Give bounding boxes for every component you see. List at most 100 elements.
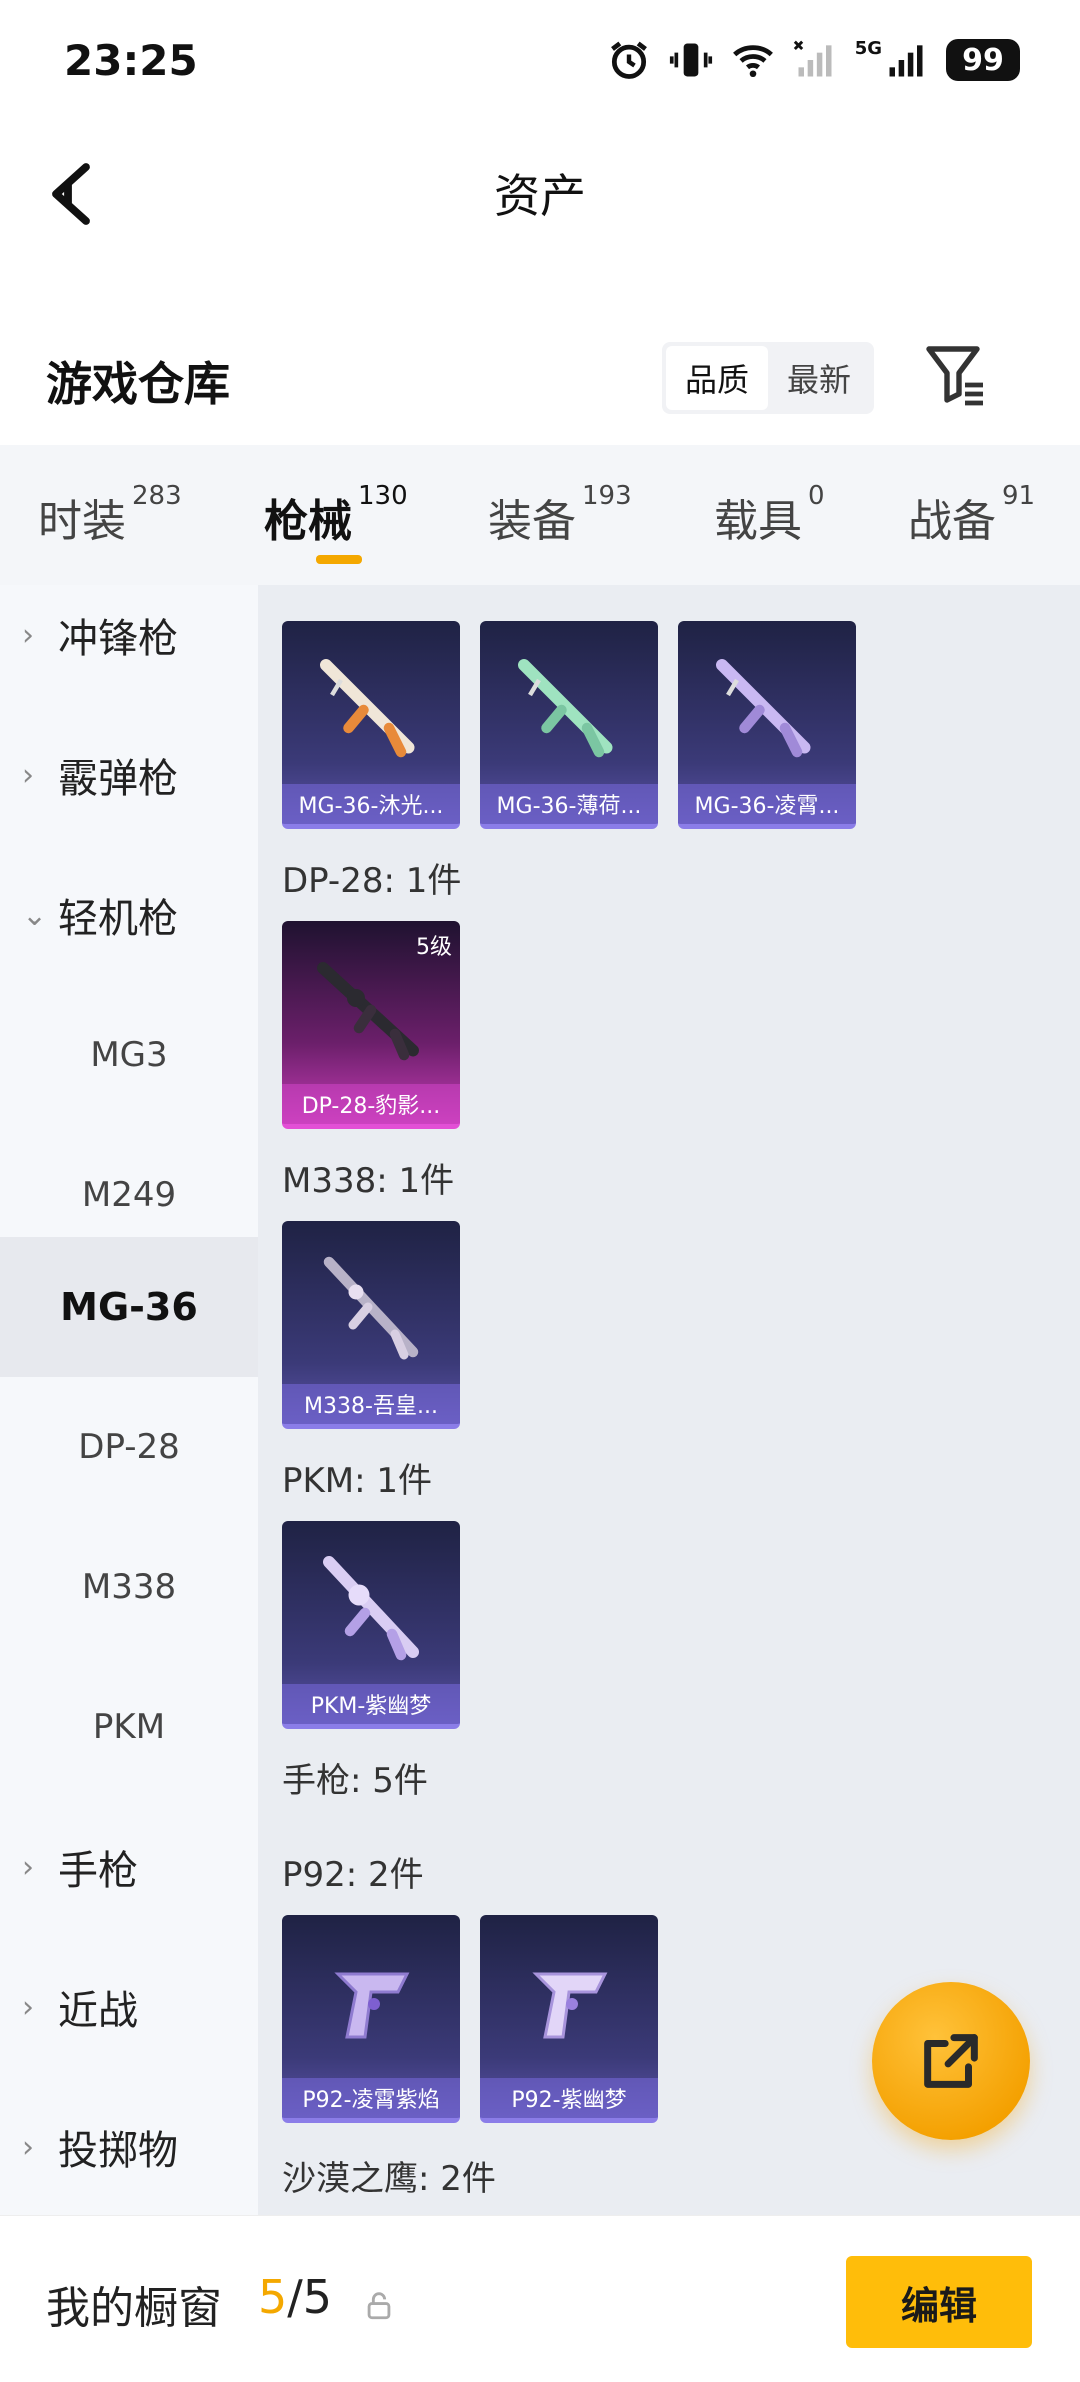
tab-label: 枪械 xyxy=(264,496,352,547)
chevron-right-icon: › xyxy=(22,617,34,653)
network-type: 5G xyxy=(854,37,882,59)
chevron-right-icon: › xyxy=(22,1989,34,2025)
tab-count: 283 xyxy=(132,481,182,511)
filter-icon[interactable] xyxy=(920,340,992,412)
subnav-label: 近战 xyxy=(58,1988,138,2034)
sort-by-quality[interactable]: 品质 xyxy=(666,346,768,410)
subnav-mg3[interactable]: MG3 xyxy=(0,985,258,1125)
status-icons: 5G 99 xyxy=(607,38,1020,82)
lock-icon xyxy=(367,2292,391,2320)
category-tabs: 时装 283 枪械 130 装备 193 载具 0 战备 91 xyxy=(0,445,1080,585)
chevron-down-icon: ⌄ xyxy=(22,897,48,933)
showcase-slash: / xyxy=(287,2270,303,2324)
item-label: P92-紫幽梦 xyxy=(480,2078,658,2118)
rifle-icon xyxy=(716,659,811,758)
item-label: DP-28-豹影... xyxy=(282,1084,460,1124)
item-label: M338-吾皇... xyxy=(282,1384,460,1424)
subnav-melee[interactable]: › 近战 xyxy=(0,1937,258,2077)
tab-vehicles[interactable]: 载具 0 xyxy=(714,481,825,549)
rifle-icon xyxy=(323,1256,419,1360)
chevron-right-icon: › xyxy=(22,2129,34,2165)
group-title-p92: P92: 2件 xyxy=(282,1855,424,1895)
showcase-max: 5 xyxy=(302,2270,333,2324)
item-card[interactable]: P92-凌霄紫焰 xyxy=(282,1915,460,2123)
tab-count: 193 xyxy=(582,481,632,511)
tab-firearms[interactable]: 枪械 130 xyxy=(264,481,408,549)
tab-supplies[interactable]: 战备 91 xyxy=(908,481,1035,549)
item-card[interactable]: MG-36-薄荷... xyxy=(480,621,658,829)
bottom-bar: 我的橱窗 5/5 编辑 xyxy=(0,2215,1080,2382)
tab-count: 0 xyxy=(808,481,825,511)
battery-icon: 99 xyxy=(946,39,1020,81)
showcase-used: 5 xyxy=(258,2270,288,2324)
subnav-smg[interactable]: › 冲锋枪 xyxy=(0,585,258,705)
tab-label: 装备 xyxy=(488,496,576,547)
vibrate-icon xyxy=(669,43,712,77)
edit-button[interactable]: 编辑 xyxy=(846,2256,1032,2348)
item-label: PKM-紫幽梦 xyxy=(282,1684,460,1724)
pistol-icon xyxy=(334,1972,410,2039)
share-external-icon xyxy=(924,2034,978,2088)
subnav-pkm[interactable]: PKM xyxy=(0,1657,258,1797)
item-card[interactable]: PKM-紫幽梦 xyxy=(282,1521,460,1729)
tab-label: 时装 xyxy=(38,496,126,547)
tab-fashion[interactable]: 时装 283 xyxy=(38,481,182,549)
group-title-dp28: DP-28: 1件 xyxy=(282,861,462,901)
sort-by-newest[interactable]: 最新 xyxy=(768,346,870,410)
subnav-m338[interactable]: M338 xyxy=(0,1517,258,1657)
chevron-right-icon: › xyxy=(22,757,34,793)
wifi-icon xyxy=(732,45,773,78)
subnav-pistol[interactable]: › 手枪 xyxy=(0,1797,258,1937)
chevron-right-icon: › xyxy=(22,1849,34,1885)
machine-gun-icon xyxy=(323,1556,419,1661)
item-card[interactable]: M338-吾皇... xyxy=(282,1221,460,1429)
tab-equipment[interactable]: 装备 193 xyxy=(488,481,632,549)
item-label: MG-36-薄荷... xyxy=(480,784,658,824)
tab-label: 载具 xyxy=(714,496,802,547)
item-card[interactable]: 5级 DP-28-豹影... xyxy=(282,921,460,1129)
showcase-label: 我的橱窗 xyxy=(46,2283,222,2334)
subnav-throwable[interactable]: › 投掷物 xyxy=(0,2077,258,2215)
signal-icon xyxy=(793,40,832,77)
active-tab-indicator xyxy=(316,555,362,564)
subnav-mg36[interactable]: MG-36 xyxy=(0,1237,258,1377)
item-card[interactable]: MG-36-凌霄... xyxy=(678,621,856,829)
item-label: MG-36-沐光... xyxy=(282,784,460,824)
subnav-label: 手枪 xyxy=(58,1848,138,1894)
weapon-subnav: › 冲锋枪 › 霰弹枪 ⌄ 轻机枪 MG3 M249 MG-36 DP-28 M338… xyxy=(0,585,258,2215)
item-card[interactable]: P92-紫幽梦 xyxy=(480,1915,658,2123)
item-label: MG-36-凌霄... xyxy=(678,784,856,824)
group-title-desert-eagle: 沙漠之鹰: 2件 xyxy=(282,2159,496,2199)
subnav-label: 投掷物 xyxy=(58,2128,178,2174)
subnav-lmg[interactable]: ⌄ 轻机枪 xyxy=(0,845,258,985)
page-title: 资产 xyxy=(494,169,586,223)
signal-5g-icon xyxy=(889,45,923,77)
pistol-icon xyxy=(532,1972,608,2039)
subnav-dp28[interactable]: DP-28 xyxy=(0,1377,258,1517)
group-title-pkm: PKM: 1件 xyxy=(282,1461,433,1501)
group-title-pistol: 手枪: 5件 xyxy=(282,1761,428,1801)
subnav-label: 霰弹枪 xyxy=(58,756,178,802)
group-title-m338: M338: 1件 xyxy=(282,1161,455,1201)
sort-toggle: 品质 最新 xyxy=(662,342,874,414)
warehouse-title: 游戏仓库 xyxy=(46,357,230,411)
status-bar: 23:25 5G 99 xyxy=(0,0,1080,130)
subnav-shotgun[interactable]: › 霰弹枪 xyxy=(0,705,258,845)
showcase-count: 5/5 xyxy=(258,2270,332,2324)
share-button[interactable] xyxy=(872,1982,1030,2140)
tab-label: 战备 xyxy=(908,496,996,547)
item-level-badge: 5级 xyxy=(416,935,452,960)
alarm-icon xyxy=(610,41,647,79)
rifle-icon xyxy=(518,659,613,758)
item-card[interactable]: MG-36-沐光... xyxy=(282,621,460,829)
battery-level: 99 xyxy=(962,42,1004,78)
subnav-label: 冲锋枪 xyxy=(58,616,178,662)
status-time: 23:25 xyxy=(64,36,198,85)
warehouse-row: 游戏仓库 品质 最新 xyxy=(0,330,1080,430)
tab-count: 130 xyxy=(358,481,408,511)
tab-count: 91 xyxy=(1002,481,1036,511)
item-label: P92-凌霄紫焰 xyxy=(282,2078,460,2118)
header: 资产 xyxy=(0,130,1080,260)
rifle-icon xyxy=(320,659,415,758)
subnav-label: 轻机枪 xyxy=(58,896,178,942)
